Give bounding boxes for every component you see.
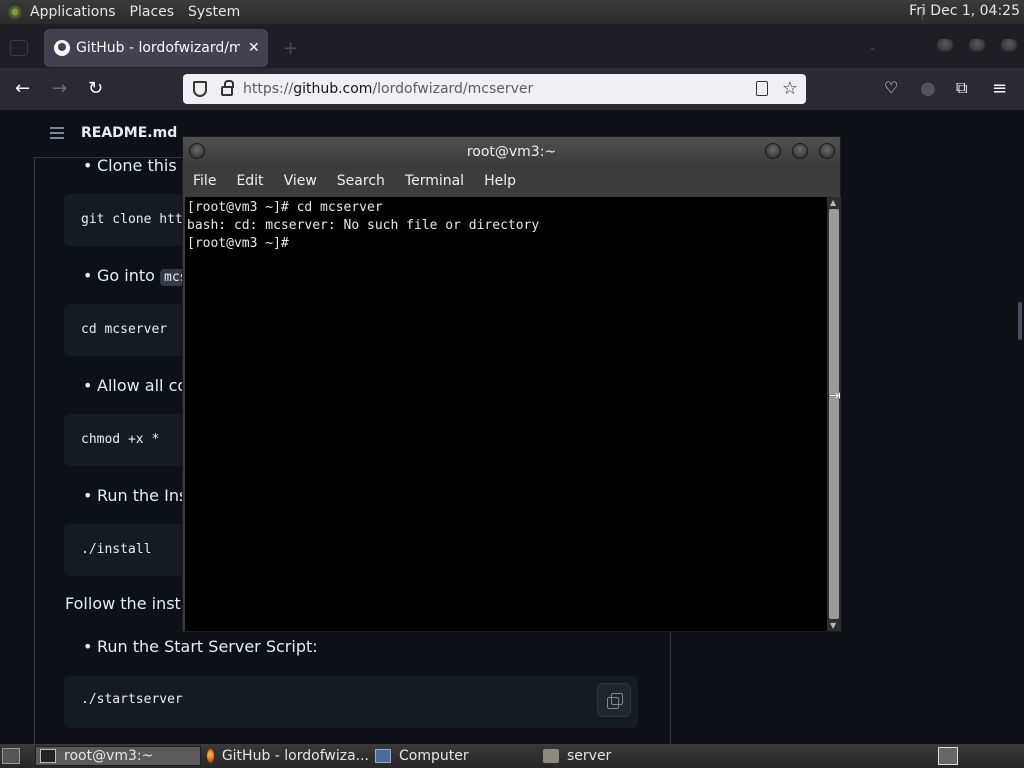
hamburger-menu-icon[interactable]: ≡ xyxy=(992,78,1007,99)
step-run-install: Run the Inst xyxy=(83,486,194,505)
terminal-titlebar[interactable]: root@vm3:~ xyxy=(183,137,840,167)
tab-list-icon[interactable] xyxy=(10,40,28,56)
terminal-minimize-button[interactable] xyxy=(765,143,781,159)
back-arrow-icon[interactable]: ← xyxy=(15,78,30,99)
taskbar-item-firefox[interactable]: GitHub - lordofwiza... xyxy=(203,746,369,766)
outline-list-icon[interactable] xyxy=(50,127,64,139)
terminal-maximize-button[interactable] xyxy=(792,143,808,159)
taskbar-item-terminal[interactable]: root@vm3:~ xyxy=(35,746,201,766)
terminal-line: [root@vm3 ~]# xyxy=(187,236,289,251)
readme-title: README.md xyxy=(81,125,178,141)
step-start-server: Run the Start Server Script: xyxy=(83,637,318,656)
url-text[interactable]: https://github.com/lordofwizard/mcserver xyxy=(243,81,533,97)
pocket-icon[interactable]: ♡ xyxy=(884,78,898,97)
taskbar-label: Computer xyxy=(399,748,469,764)
forward-arrow-icon[interactable]: → xyxy=(52,78,67,99)
step-allow: Allow all cor xyxy=(83,376,194,395)
taskbar-label: root@vm3:~ xyxy=(64,748,154,764)
resize-cursor-icon: ⇥ xyxy=(829,388,841,404)
taskbar-label: GitHub - lordofwiza... xyxy=(221,748,369,764)
clock[interactable]: Fri Dec 1, 04:25 xyxy=(909,3,1020,19)
chevron-down-icon[interactable]: ⌄ xyxy=(868,40,877,53)
terminal-menu-search[interactable]: Search xyxy=(327,173,395,189)
code-cd: cd mcserver xyxy=(81,322,168,337)
page-scrollbar[interactable] xyxy=(1018,302,1022,340)
tab-github[interactable]: GitHub - lordofwizard/mcserver ✕ xyxy=(44,29,268,67)
taskbar-item-folder[interactable]: server xyxy=(539,746,705,766)
reader-view-icon[interactable] xyxy=(756,81,768,96)
maximize-window-button[interactable] xyxy=(968,38,986,52)
lock-icon[interactable] xyxy=(221,80,234,96)
code-startserver: ./startserver xyxy=(81,692,183,707)
follow-paragraph: Follow the install xyxy=(65,594,200,613)
terminal-menu-file[interactable]: File xyxy=(183,173,226,189)
new-tab-button[interactable]: + xyxy=(283,38,298,59)
minimize-window-button[interactable] xyxy=(936,38,954,52)
terminal-icon xyxy=(40,749,56,763)
terminal-menubar: File Edit View Search Terminal Help xyxy=(183,167,840,195)
step-clone: Clone this G xyxy=(83,156,194,175)
terminal-menu-view[interactable]: View xyxy=(274,173,327,189)
folder-icon xyxy=(543,749,559,763)
github-icon xyxy=(54,40,70,56)
workspace-switcher[interactable] xyxy=(938,747,958,765)
firefox-icon xyxy=(207,749,214,763)
terminal-close-button[interactable] xyxy=(819,143,835,159)
terminal-menu-help[interactable]: Help xyxy=(474,173,526,189)
terminal-title: root@vm3:~ xyxy=(466,144,557,160)
copy-icon[interactable] xyxy=(597,683,631,717)
close-tab-icon[interactable]: ✕ xyxy=(248,40,260,56)
top-panel: Applications Places System Fri Dec 1, 04… xyxy=(0,0,1024,24)
account-icon[interactable]: ● xyxy=(920,78,936,99)
terminal-line: [root@vm3 ~]# cd mcserver xyxy=(187,200,383,215)
terminal-window: root@vm3:~ File Edit View Search Termina… xyxy=(182,136,841,632)
close-window-button[interactable] xyxy=(1000,38,1018,52)
computer-icon xyxy=(375,749,391,763)
menu-applications[interactable]: Applications xyxy=(30,4,116,20)
terminal-screen[interactable]: [root@vm3 ~]# cd mcserver bash: cd: mcser… xyxy=(185,197,827,631)
terminal-menu-terminal[interactable]: Terminal xyxy=(395,173,474,189)
bottom-taskbar: root@vm3:~ GitHub - lordofwiza... Comput… xyxy=(0,744,1024,768)
reload-icon[interactable]: ↻ xyxy=(88,78,103,99)
code-install: ./install xyxy=(81,542,152,557)
code-chmod: chmod +x * xyxy=(81,432,160,447)
terminal-scroll-thumb[interactable] xyxy=(829,209,839,619)
tab-title: GitHub - lordofwizard/mcserver xyxy=(76,40,240,56)
url-bar[interactable]: https://github.com/lordofwizard/mcserver… xyxy=(183,74,806,104)
scroll-down-icon[interactable]: ▼ xyxy=(830,621,836,630)
distro-logo-icon[interactable] xyxy=(6,3,24,21)
step-go-into: Go into mcs xyxy=(83,266,192,286)
taskbar-label: server xyxy=(567,748,612,764)
taskbar-item-computer[interactable]: Computer xyxy=(371,746,537,766)
terminal-menu-edit[interactable]: Edit xyxy=(226,173,273,189)
menu-system[interactable]: System xyxy=(188,4,240,20)
show-desktop-icon[interactable] xyxy=(2,748,20,764)
bookmark-star-icon[interactable]: ☆ xyxy=(782,78,798,99)
terminal-line: bash: cd: mcserver: No such file or dire… xyxy=(187,218,540,233)
extensions-icon[interactable]: ⧉ xyxy=(956,78,967,98)
shield-icon[interactable] xyxy=(193,81,207,97)
menu-places[interactable]: Places xyxy=(130,4,175,20)
terminal-scrollbar[interactable]: ▲ ▼ xyxy=(827,197,841,631)
code-clone: git clone htt xyxy=(81,212,183,227)
scroll-up-icon[interactable]: ▲ xyxy=(830,198,836,207)
